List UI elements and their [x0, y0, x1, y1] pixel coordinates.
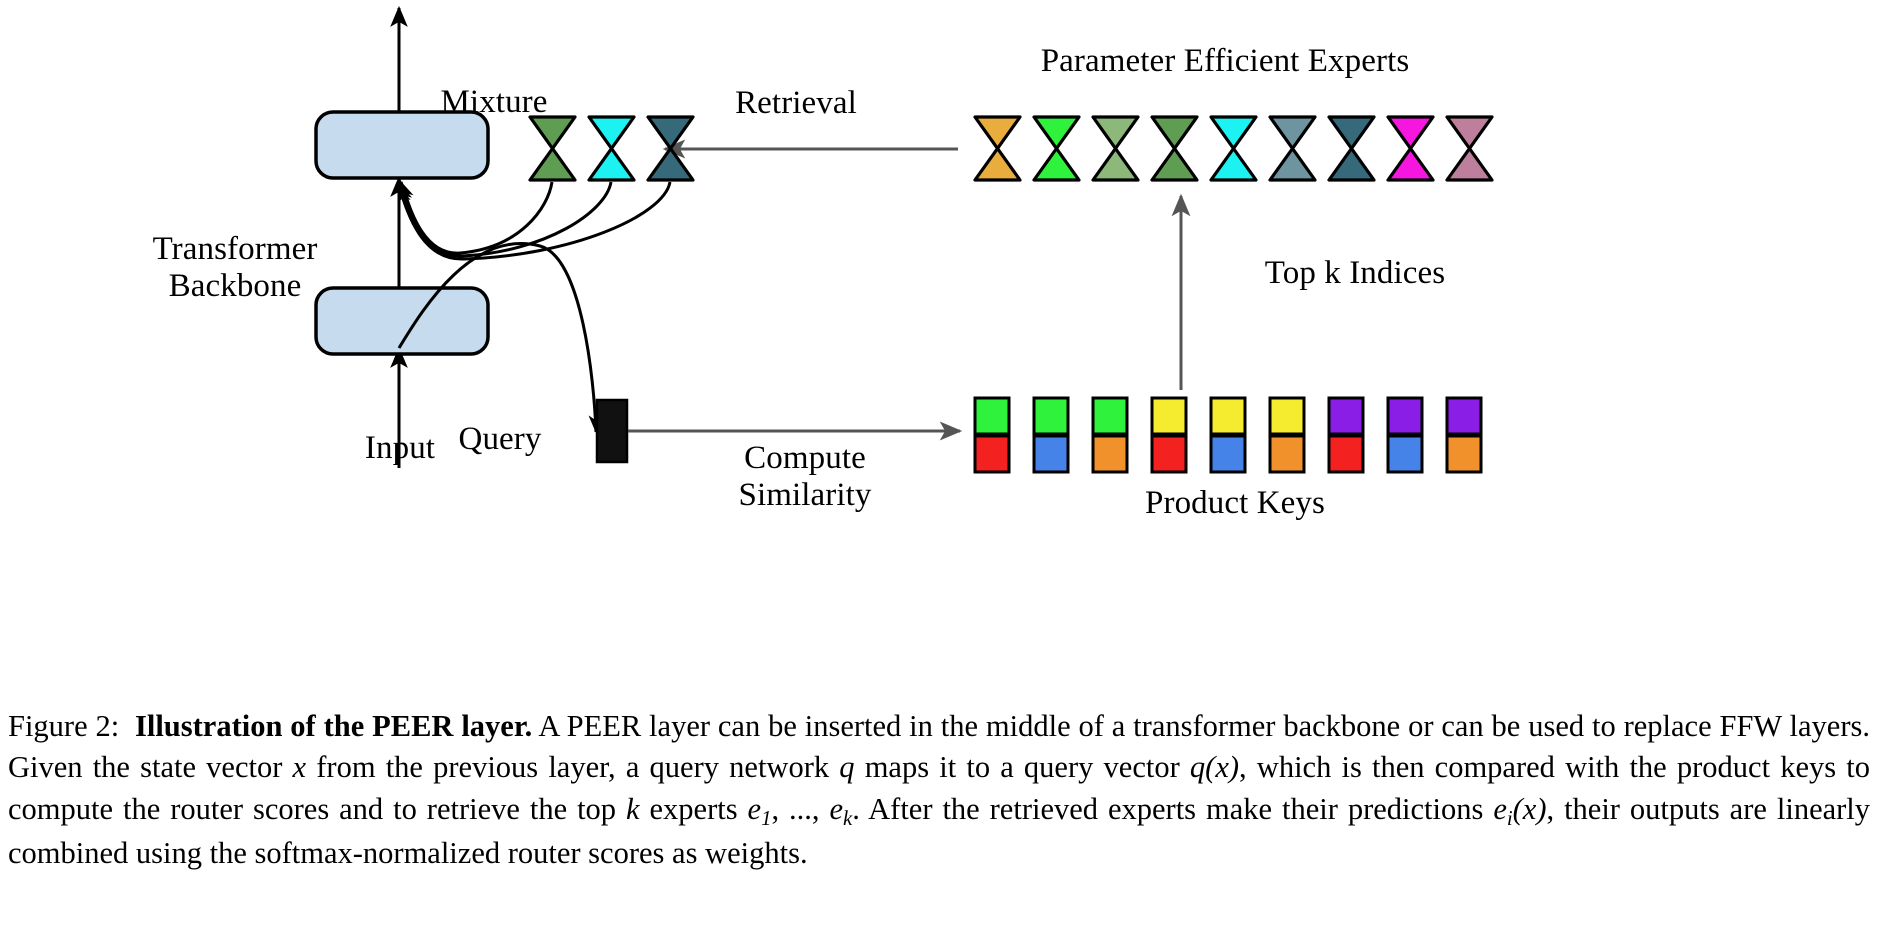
product-key-bottom — [1386, 434, 1424, 474]
product-key-bottom — [1209, 434, 1247, 474]
caption-line4-a: router scores and to retrieve the top — [170, 791, 627, 826]
product-key-pair[interactable] — [1209, 396, 1247, 474]
caption-math-q: q — [839, 750, 855, 785]
product-key-top — [1386, 396, 1424, 436]
mixture-expert-hourglass[interactable] — [587, 115, 636, 182]
product-key-top — [1327, 396, 1365, 436]
expert-hourglass[interactable] — [973, 115, 1022, 182]
caption-line4-b: experts — [639, 791, 748, 826]
expert-hourglass[interactable] — [1032, 115, 1081, 182]
product-key-bottom — [1327, 434, 1365, 474]
product-key-pair[interactable] — [1091, 396, 1129, 474]
figure-container: Mixture Transformer Backbone Input Query… — [0, 0, 1877, 943]
caption-math-eix: (x) — [1512, 791, 1547, 826]
expert-hourglass[interactable] — [1091, 115, 1140, 182]
caption-math-k: k — [626, 791, 640, 826]
mixture-combination-curves — [397, 180, 672, 261]
mixture-experts-group — [528, 115, 695, 182]
expert-hourglass[interactable] — [1268, 115, 1317, 182]
caption-math-ek-sub: k — [843, 807, 853, 830]
product-key-bottom — [1091, 434, 1129, 474]
caption-prefix: Figure 2: — [8, 709, 120, 743]
caption-bold-title: Illustration of the PEER layer. — [134, 709, 533, 743]
expert-hourglass[interactable] — [1386, 115, 1435, 182]
caption-line3-a: network — [729, 750, 840, 785]
product-key-pair[interactable] — [1032, 396, 1070, 474]
label-parameter-efficient-experts: Parameter Efficient Experts — [1040, 43, 1410, 79]
caption-line2-rest: from the previous layer, a query — [306, 750, 719, 785]
peer-layer-diagram — [314, 5, 1494, 474]
label-mixture: Mixture — [440, 84, 548, 120]
product-key-pair[interactable] — [973, 396, 1011, 474]
caption-line3-b: maps it to a query vector — [854, 750, 1190, 785]
mixture-curve — [399, 180, 554, 255]
caption-line4-c: . After the retrieved experts make their… — [852, 791, 1484, 826]
product-key-pair[interactable] — [1150, 396, 1188, 474]
product-key-top — [1268, 396, 1306, 436]
caption-math-qx: q(x) — [1189, 750, 1240, 785]
upper-transformer-block[interactable] — [314, 110, 490, 180]
product-key-top — [1032, 396, 1070, 436]
label-product-keys: Product Keys — [1145, 485, 1325, 521]
product-key-pair[interactable] — [1268, 396, 1306, 474]
expert-hourglass[interactable] — [1209, 115, 1258, 182]
caption-math-ek: e — [829, 791, 844, 826]
product-key-bottom — [1268, 434, 1306, 474]
label-retrieval: Retrieval — [735, 85, 857, 121]
caption-math-ei: e — [1493, 791, 1507, 826]
expert-hourglass[interactable] — [1327, 115, 1376, 182]
label-top-k-indices: Top k Indices — [1264, 255, 1446, 291]
label-compute-similarity: Compute Similarity — [738, 440, 872, 513]
label-query: Query — [458, 421, 542, 457]
diagram-area: Mixture Transformer Backbone Input Query… — [0, 0, 1877, 700]
product-key-pair[interactable] — [1386, 396, 1424, 474]
parameter-efficient-experts-group — [973, 115, 1494, 182]
caption-math-ellipsis: , ..., — [771, 791, 830, 826]
expert-hourglass[interactable] — [1150, 115, 1199, 182]
caption-line1-rest: A PEER layer can be inserted in the midd… — [532, 709, 1276, 743]
product-key-bottom — [1150, 434, 1188, 474]
product-key-bottom — [1032, 434, 1070, 474]
product-key-bottom — [973, 434, 1011, 474]
figure-caption: Figure 2: Illustration of the PEER layer… — [8, 706, 1870, 874]
product-keys-group — [973, 396, 1483, 474]
product-key-top — [1150, 396, 1188, 436]
label-transformer-backbone: Transformer Backbone — [152, 231, 318, 304]
product-key-top — [1209, 396, 1247, 436]
expert-hourglass[interactable] — [1445, 115, 1494, 182]
product-key-pair[interactable] — [1445, 396, 1483, 474]
product-key-top — [1445, 396, 1483, 436]
mixture-expert-hourglass[interactable] — [528, 115, 577, 182]
product-key-top — [973, 396, 1011, 436]
product-key-top — [1091, 396, 1129, 436]
product-key-bottom — [1445, 434, 1483, 474]
caption-math-e1: e — [747, 791, 762, 826]
query-vector-bar[interactable] — [595, 398, 629, 464]
product-key-pair[interactable] — [1327, 396, 1365, 474]
caption-math-x: x — [292, 750, 307, 785]
caption-math-e1-sub: 1 — [761, 807, 772, 830]
